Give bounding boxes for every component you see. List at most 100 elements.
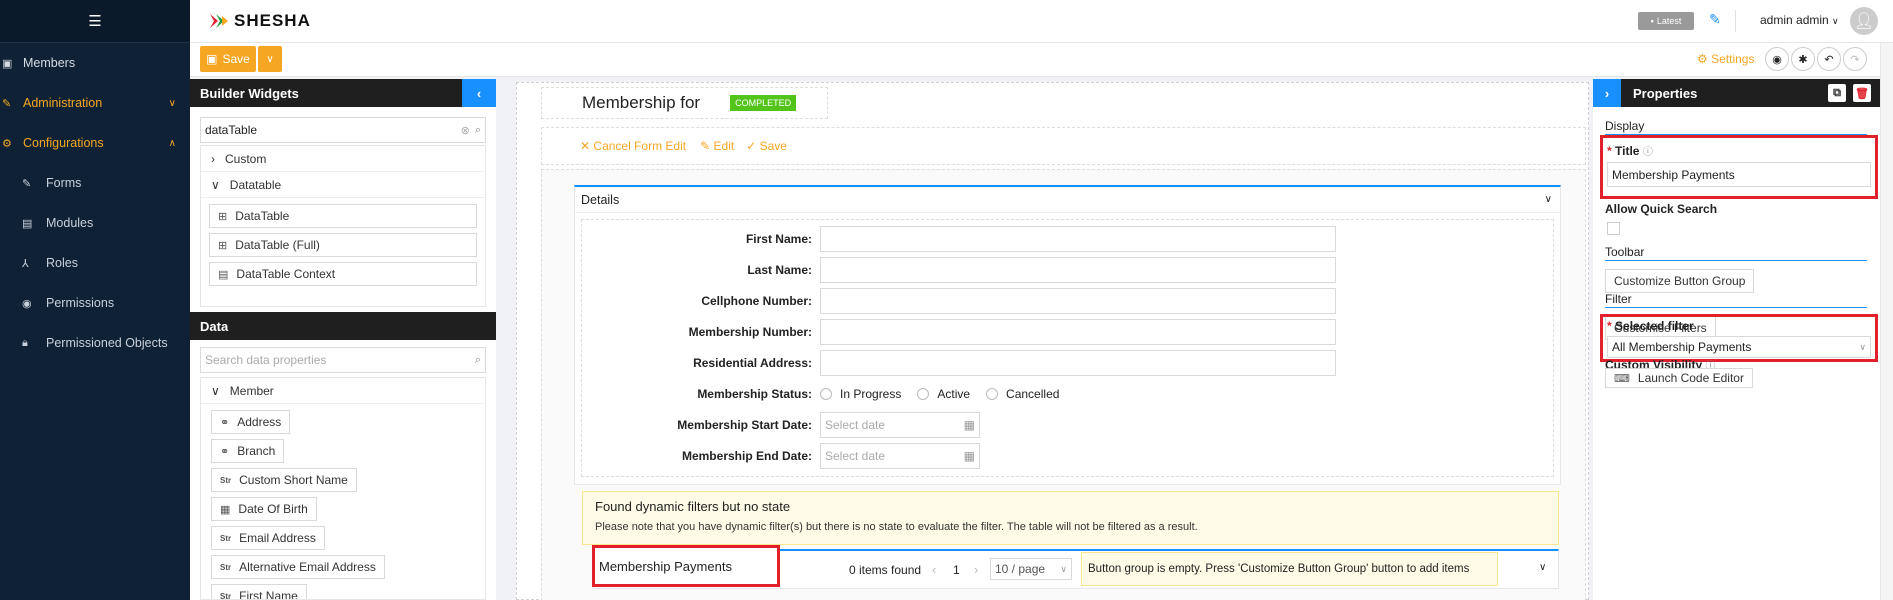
title-label: * Title ⓘ <box>1607 144 1653 158</box>
designer-toolbar: ▣ Save ∨ ⚙ Settings ◉ ✱ ↶ ↷ <box>190 43 1893 77</box>
widget-tree: › Custom ∨ Datatable ⊞ DataTable ⊞ DataTable… <box>200 145 486 307</box>
data-search-input[interactable]: Search data properties ⌕ <box>200 347 486 373</box>
end-date-row: Membership End Date: Select date ▦ <box>582 440 1553 471</box>
chevron-down-icon: ∨ <box>266 53 274 65</box>
details-panel-header[interactable]: Details ∨ <box>575 187 1560 213</box>
preview-eye-icon[interactable]: ◉ <box>1765 47 1789 71</box>
widget-group-custom[interactable]: › Custom <box>201 146 485 172</box>
status-option-active[interactable]: Active <box>917 387 970 401</box>
search-icon[interactable]: ⌕ <box>475 354 481 367</box>
user-menu[interactable]: admin admin ∨ <box>1760 13 1839 27</box>
nav-item-members[interactable]: ▣ Members <box>0 43 190 83</box>
search-icon[interactable]: ⌕ <box>475 124 481 137</box>
widget-datatable[interactable]: ⊞ DataTable <box>209 204 477 228</box>
table-icon: ⊞ <box>218 210 228 223</box>
form-action-bar: ✕ Cancel Form Edit ✎ Edit ✓ Save <box>541 127 1586 165</box>
widget-datatable-context[interactable]: ▤ DataTable Context <box>209 262 477 286</box>
lock-icon: 🔒︎ <box>22 336 28 349</box>
datatable-panel: Membership Payments 0 items found ‹ 1 › … <box>592 545 1559 589</box>
cellphone-row: Cellphone Number: <box>582 285 1553 316</box>
nav-item-modules[interactable]: ▤ Modules <box>0 203 190 243</box>
copy-icon[interactable]: ⧉ <box>1828 84 1846 102</box>
form-title: Membership for <box>582 93 701 112</box>
form-designer-canvas: Membership for COMPLETED ✕ Cancel Form E… <box>516 82 1589 600</box>
menu-fold-icon[interactable]: ☰ <box>88 12 101 30</box>
redo-icon[interactable]: ↷ <box>1843 47 1867 71</box>
data-item-date-of-birth[interactable]: ▦ Date Of Birth <box>211 497 317 521</box>
settings-button[interactable]: ⚙ Settings <box>1697 52 1754 66</box>
properties-header: › Properties ⧉ 🗑︎ <box>1593 79 1880 107</box>
selected-filter-select[interactable]: All Membership Payments ∨ <box>1607 336 1871 358</box>
launch-code-editor-button[interactable]: ⌨ Launch Code Editor <box>1605 368 1753 388</box>
membership-number-row: Membership Number: <box>582 316 1553 347</box>
calendar-icon: ▦ <box>963 417 975 432</box>
version-badge[interactable]: ▪ Latest <box>1638 12 1694 30</box>
data-item-address[interactable]: ⚭ Address <box>211 410 291 434</box>
undo-icon[interactable]: ↶ <box>1817 47 1841 71</box>
data-item-custom-short-name[interactable]: Str Custom Short Name <box>211 468 357 492</box>
nav-item-permissions[interactable]: ◉ Permissions <box>0 283 190 323</box>
status-badge: COMPLETED <box>730 95 797 111</box>
next-page-icon[interactable]: › <box>974 562 978 577</box>
chevron-right-icon: › <box>1604 85 1610 101</box>
prev-page-icon[interactable]: ‹ <box>932 562 936 577</box>
allow-quick-search-label: Allow Quick Search <box>1605 202 1718 216</box>
title-input[interactable]: Membership Payments <box>1607 162 1871 187</box>
link-icon: ⚭ <box>220 445 230 458</box>
data-group-member[interactable]: ∨ Member <box>201 378 485 404</box>
nav-item-forms[interactable]: ✎ Forms <box>0 163 190 203</box>
nav-item-permissioned-objects[interactable]: 🔒︎ Permissioned Objects <box>0 323 190 363</box>
cancel-form-edit-button[interactable]: ✕ Cancel Form Edit <box>580 139 686 153</box>
top-bar: SHESHA ▪ Latest ✎ admin admin ∨ 👤︎ <box>190 0 1893 43</box>
calendar-icon: ▦ <box>963 448 975 463</box>
last-name-input[interactable] <box>820 256 1336 283</box>
avatar[interactable]: 👤︎ <box>1850 7 1878 35</box>
status-option-in-progress[interactable]: In Progress <box>820 387 901 401</box>
page-size-select[interactable]: 10 / page ∨ <box>990 558 1072 580</box>
nav-item-configurations[interactable]: ⚙ Configurations ∧ <box>0 123 190 163</box>
help-icon: ⓘ <box>1642 147 1653 158</box>
delete-icon[interactable]: 🗑︎ <box>1853 84 1871 102</box>
filter-section: Filter <box>1605 292 1867 308</box>
collapse-panel-button[interactable]: ‹ <box>462 79 496 107</box>
clear-icon[interactable]: ⊗ <box>461 124 470 137</box>
residential-address-input[interactable] <box>820 349 1336 376</box>
first-name-input[interactable] <box>820 225 1336 252</box>
data-item-branch[interactable]: ⚭ Branch <box>211 439 285 463</box>
chevron-down-icon[interactable]: ∨ <box>1539 562 1546 573</box>
edit-icon[interactable]: ✎ <box>1709 11 1721 28</box>
chevron-down-icon: ∨ <box>211 383 220 398</box>
id-card-icon: ▣ <box>2 57 13 70</box>
data-item-email-address[interactable]: Str Email Address <box>211 526 325 550</box>
page-scrollbar[interactable] <box>1880 43 1893 600</box>
page-number[interactable]: 1 <box>953 563 960 577</box>
selected-filter-label: * Selected filter <box>1607 319 1694 333</box>
properties-panel: › Properties ⧉ 🗑︎ Display * Title ⓘ Memb… <box>1593 79 1880 600</box>
edit-button[interactable]: ✎ Edit <box>700 139 734 153</box>
selected-filter-highlight: * Selected filter All Membership Payment… <box>1600 314 1878 362</box>
close-icon: ✕ <box>580 139 591 153</box>
cellphone-input[interactable] <box>820 287 1336 314</box>
form-save-button[interactable]: ✓ Save <box>746 139 787 153</box>
widget-group-datatable[interactable]: ∨ Datatable <box>201 172 485 198</box>
data-item-alternative-email[interactable]: Str Alternative Email Address <box>211 555 385 579</box>
nav-item-roles[interactable]: ⅄ Roles <box>0 243 190 283</box>
data-item-first-name[interactable]: Str First Name <box>211 584 307 599</box>
start-date-picker[interactable]: Select date ▦ <box>820 411 980 438</box>
start-date-row: Membership Start Date: Select date ▦ <box>582 409 1553 440</box>
nav-item-administration[interactable]: ✎ Administration ∨ <box>0 83 190 123</box>
status-option-cancelled[interactable]: Cancelled <box>986 387 1059 401</box>
widget-search-input[interactable]: dataTable ⊗ ⌕ <box>200 117 486 143</box>
collapse-properties-button[interactable]: › <box>1593 79 1621 107</box>
save-button[interactable]: ▣ Save <box>200 46 256 72</box>
end-date-picker[interactable]: Select date ▦ <box>820 442 980 469</box>
customize-button-group-button[interactable]: Customize Button Group <box>1605 269 1755 293</box>
left-nav: ☰ ▣ Members ✎ Administration ∨ ⚙ Configurati… <box>0 0 190 600</box>
link-icon: ⚭ <box>220 416 230 429</box>
save-dropdown-button[interactable]: ∨ <box>258 46 282 72</box>
debug-bug-icon[interactable]: ✱ <box>1791 47 1815 71</box>
allow-quick-search-checkbox[interactable] <box>1607 222 1620 235</box>
check-icon: ✓ <box>746 139 757 153</box>
widget-datatable-full[interactable]: ⊞ DataTable (Full) <box>209 233 477 257</box>
membership-number-input[interactable] <box>820 318 1336 345</box>
